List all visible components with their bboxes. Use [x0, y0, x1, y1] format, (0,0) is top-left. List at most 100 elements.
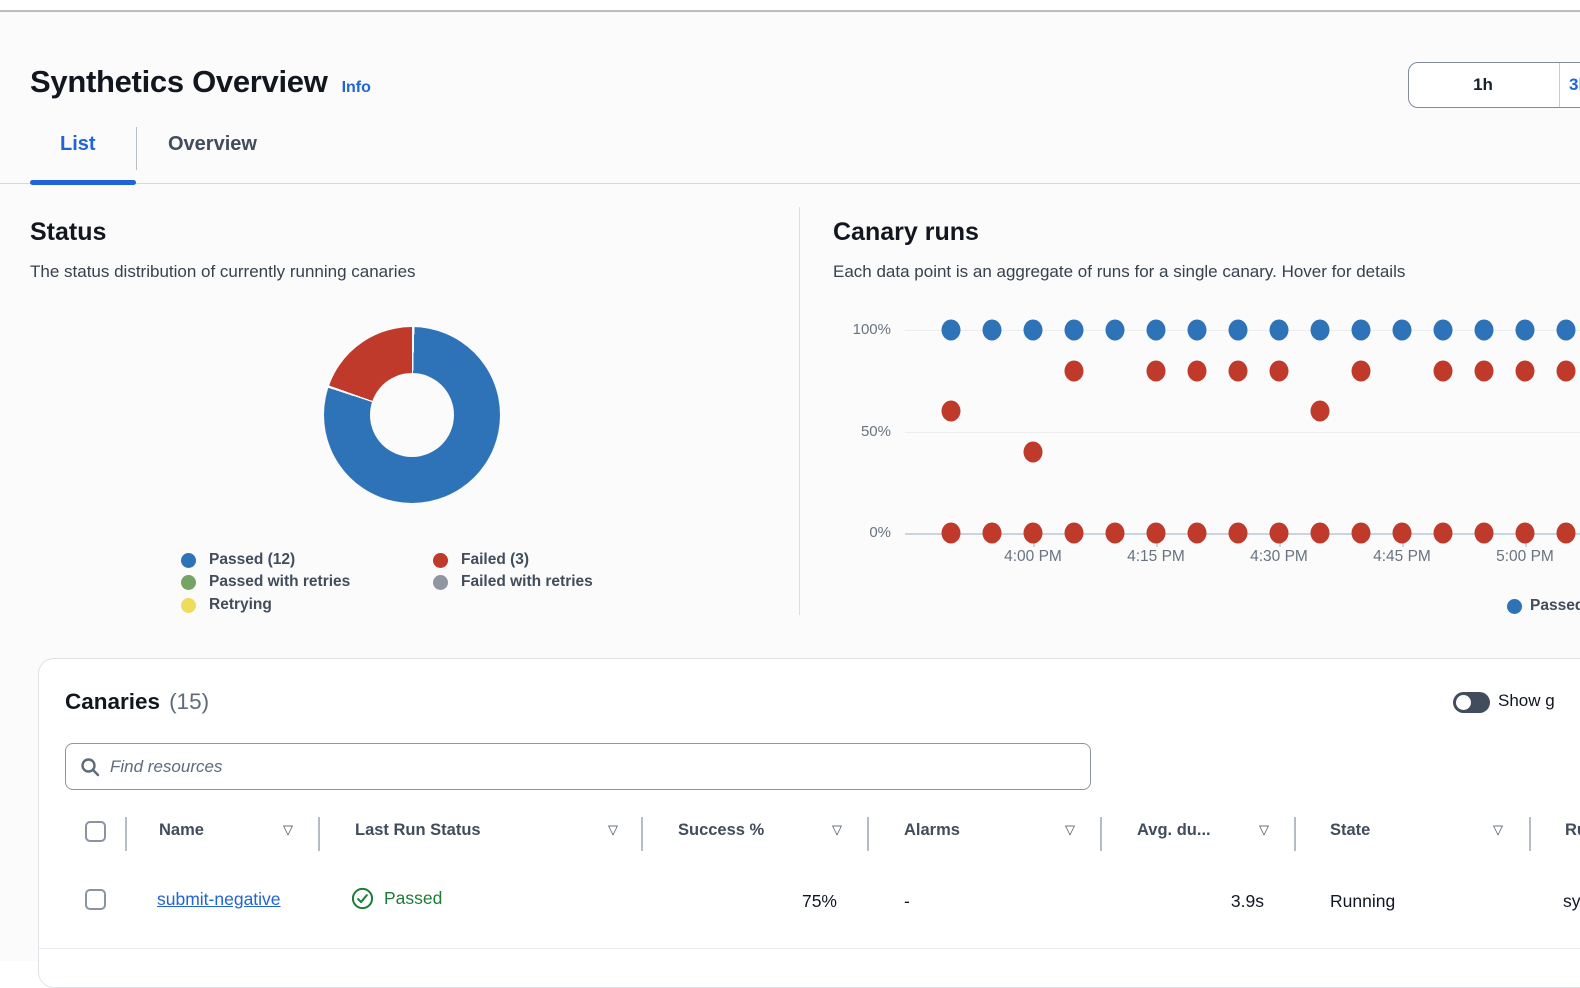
- scatter-dot-failed: [1024, 523, 1043, 544]
- legend-label: Retrying: [209, 596, 272, 614]
- x-axis-tick-label: 5:00 PM: [1480, 548, 1570, 566]
- scatter-dot-failed: [1516, 523, 1535, 544]
- y-axis-tick-label: 100%: [827, 321, 891, 338]
- scatter-dot-failed: [1393, 523, 1412, 544]
- legend-label: Passed with retries: [209, 573, 350, 591]
- scatter-dot-failed: [942, 523, 961, 544]
- filter-icon-last-run-status[interactable]: ▽: [608, 822, 618, 838]
- scatter-dot-passed: [1106, 320, 1125, 341]
- scatter-dot-failed: [1516, 360, 1535, 381]
- scatter-dot-passed: [1352, 320, 1371, 341]
- scatter-dot-passed: [1311, 320, 1330, 341]
- avg-duration-cell: 3.9s: [1100, 891, 1264, 912]
- column-separator: [318, 817, 320, 851]
- canaries-title: Canaries: [65, 689, 160, 715]
- runtime-cell: syn: [1563, 891, 1580, 912]
- success-pct-cell: 75%: [679, 891, 837, 912]
- scatter-dot-failed: [1147, 360, 1166, 381]
- search-icon: [80, 757, 100, 777]
- toggle-knob: [1456, 695, 1471, 710]
- scatter-dot-failed: [1557, 360, 1576, 381]
- legend-dot-failed-with-retries: [433, 575, 448, 590]
- scatter-legend: Passed: [1507, 597, 1580, 615]
- scatter-dot-failed: [1065, 523, 1084, 544]
- filter-icon-success[interactable]: ▽: [832, 822, 842, 838]
- legend-item-passed: Passed (12): [181, 550, 295, 570]
- scatter-dot-passed: [1188, 320, 1207, 341]
- x-axis-tick-label: 4:45 PM: [1357, 548, 1447, 566]
- tab-overview[interactable]: Overview: [168, 133, 257, 156]
- scatter-dot-failed: [1270, 523, 1289, 544]
- column-header-runtime[interactable]: Ru: [1565, 821, 1580, 840]
- column-header-state[interactable]: State: [1330, 821, 1370, 840]
- column-header-last-run-status[interactable]: Last Run Status: [355, 821, 481, 840]
- scatter-dot-passed: [1270, 320, 1289, 341]
- scatter-dot-failed: [1024, 441, 1043, 462]
- legend-label: Failed (3): [461, 551, 529, 569]
- column-header-success[interactable]: Success %: [678, 821, 764, 840]
- tabs-rule: [0, 183, 1580, 184]
- show-groups-toggle[interactable]: [1453, 692, 1490, 713]
- row-divider: [39, 948, 1580, 949]
- grid-line: [905, 432, 1580, 433]
- info-link[interactable]: Info: [342, 79, 371, 97]
- scatter-dot-failed: [1352, 523, 1371, 544]
- legend-item-failed: Failed (3): [433, 550, 529, 570]
- tab-list[interactable]: List: [60, 133, 96, 156]
- legend-label: Failed with retries: [461, 573, 593, 591]
- scatter-dot-passed: [1557, 320, 1576, 341]
- filter-icon-name[interactable]: ▽: [283, 822, 293, 838]
- scatter-dot-failed: [1475, 360, 1494, 381]
- scatter-dot-failed: [1229, 523, 1248, 544]
- legend-dot-passed: [181, 553, 196, 568]
- column-separator: [641, 817, 643, 851]
- canary-runs-title: Canary runs: [833, 218, 979, 247]
- legend-item-passed-with-retries: Passed with retries: [181, 572, 350, 592]
- column-separator: [1294, 817, 1296, 851]
- search-box: [65, 743, 1091, 790]
- scatter-dot-passed: [1393, 320, 1412, 341]
- show-groups-toggle-label: Show g: [1498, 691, 1555, 711]
- scatter-dot-failed: [1270, 360, 1289, 381]
- column-header-avg-duration[interactable]: Avg. du...: [1137, 821, 1211, 840]
- time-range-segment-1h[interactable]: 1h: [1409, 63, 1557, 107]
- scatter-dot-failed: [1557, 523, 1576, 544]
- column-separator: [1529, 817, 1531, 851]
- active-tab-underline: [30, 180, 136, 185]
- scatter-dot-failed: [1311, 401, 1330, 422]
- panel-divider: [799, 207, 800, 615]
- scatter-legend-label: Passed: [1530, 597, 1580, 615]
- scatter-dot-failed: [1188, 360, 1207, 381]
- status-passed-label: Passed: [384, 888, 442, 909]
- column-header-alarms[interactable]: Alarms: [904, 821, 960, 840]
- scatter-dot-failed: [1475, 523, 1494, 544]
- time-range-segment-3h[interactable]: 3h: [1561, 63, 1580, 107]
- scatter-dot-failed: [1434, 360, 1453, 381]
- scatter-dot-failed: [1229, 360, 1248, 381]
- x-axis-tick-label: 4:00 PM: [988, 548, 1078, 566]
- filter-icon-avg-duration[interactable]: ▽: [1259, 822, 1269, 838]
- column-header-name[interactable]: Name: [159, 821, 204, 840]
- scatter-legend-dot-passed: [1507, 599, 1522, 614]
- legend-item-retrying: Retrying: [181, 595, 272, 615]
- legend-dot-passed-with-retries: [181, 575, 196, 590]
- search-input[interactable]: [110, 757, 1076, 777]
- filter-icon-state[interactable]: ▽: [1493, 822, 1503, 838]
- scatter-dot-failed: [1311, 523, 1330, 544]
- canaries-card: Canaries (15) Show g Name ▽ Last Run Sta…: [38, 658, 1580, 988]
- scatter-dot-passed: [983, 320, 1002, 341]
- scatter-dot-passed: [1516, 320, 1535, 341]
- canaries-card-header: Canaries (15): [65, 689, 209, 715]
- scatter-dot-failed: [983, 523, 1002, 544]
- canary-name-link[interactable]: submit-negative: [157, 889, 281, 909]
- tab-divider: [136, 127, 137, 170]
- alarms-cell: -: [904, 891, 910, 912]
- row-checkbox[interactable]: [85, 889, 106, 910]
- select-all-checkbox[interactable]: [85, 821, 106, 842]
- scatter-dot-passed: [1147, 320, 1166, 341]
- filter-icon-alarms[interactable]: ▽: [1065, 822, 1075, 838]
- scatter-dot-passed: [1434, 320, 1453, 341]
- scatter-dot-failed: [1434, 523, 1453, 544]
- scatter-dot-failed: [942, 401, 961, 422]
- column-separator: [867, 817, 869, 851]
